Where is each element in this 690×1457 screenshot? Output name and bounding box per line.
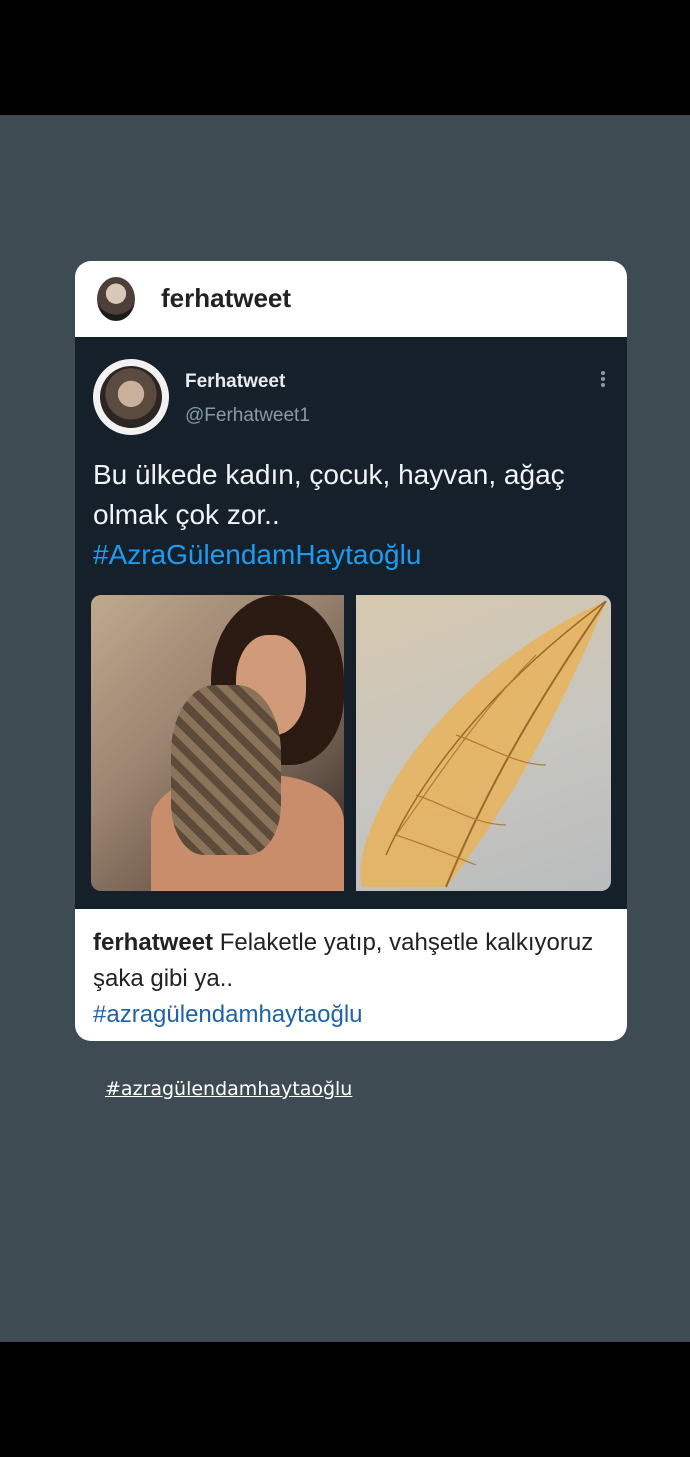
- tweet-handle[interactable]: @Ferhatweet1: [185, 405, 310, 427]
- photo-cat-shape: [171, 685, 281, 855]
- tweet-photo-fairy-wing[interactable]: [356, 595, 611, 891]
- post-caption: ferhatweet Felaketle yatıp, vahşetle kal…: [93, 925, 613, 1033]
- embedded-tweet[interactable]: Ferhatweet @Ferhatweet1 Bu ülkede kadın,…: [75, 337, 627, 909]
- tweet-display-name[interactable]: Ferhatweet: [185, 371, 285, 393]
- tweet-avatar[interactable]: [93, 359, 169, 435]
- tweet-hashtag-link[interactable]: #AzraGülendamHaytaoğlu: [93, 535, 421, 575]
- shared-post-card[interactable]: ferhatweet Ferhatweet @Ferhatweet1 Bu ül…: [75, 261, 627, 1041]
- more-options-icon[interactable]: [597, 367, 609, 391]
- story-hashtag-sticker[interactable]: #azragülendamhaytaoğlu: [105, 1078, 352, 1100]
- profile-avatar[interactable]: [97, 277, 135, 321]
- post-username[interactable]: ferhatweet: [161, 283, 291, 314]
- tweet-photo-woman-with-cat[interactable]: [91, 595, 344, 891]
- caption-hashtag-link[interactable]: #azragülendamhaytaoğlu: [93, 1001, 363, 1028]
- fairy-wing-illustration: [360, 600, 607, 888]
- tweet-text: Bu ülkede kadın, çocuk, hayvan, ağaç olm…: [93, 459, 565, 530]
- post-header: ferhatweet: [75, 261, 627, 337]
- avatar-photo: [100, 366, 162, 428]
- caption-username[interactable]: ferhatweet: [93, 929, 213, 956]
